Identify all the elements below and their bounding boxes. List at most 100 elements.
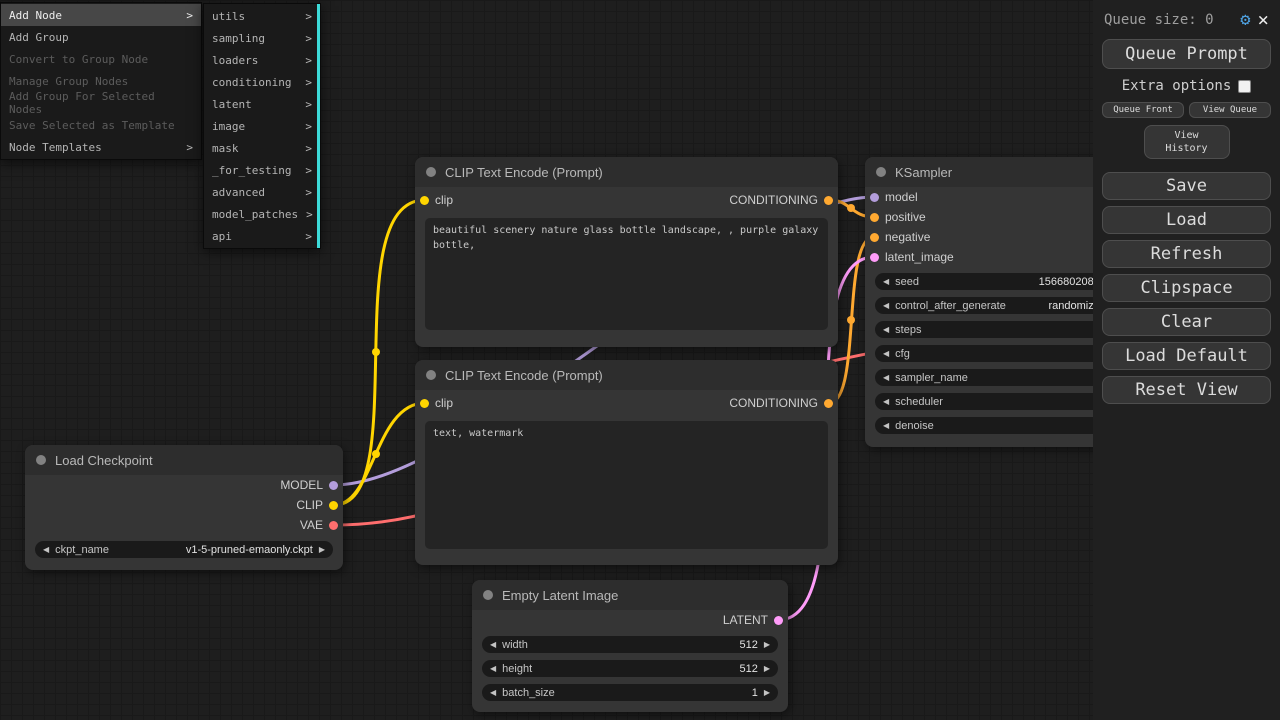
submenu-item-mask[interactable]: mask > — [204, 137, 320, 159]
slot-dot-clip[interactable] — [420, 196, 429, 205]
collapse-dot-icon[interactable] — [483, 590, 493, 600]
decrement-arrow-icon[interactable]: ◀ — [490, 641, 496, 649]
decrement-arrow-icon[interactable]: ◀ — [43, 546, 49, 554]
submenu-item-for-testing[interactable]: _for_testing > — [204, 159, 320, 181]
widget-batch-size[interactable]: ◀ batch_size 1 ▶ — [482, 684, 778, 701]
view-queue-button[interactable]: View Queue — [1189, 102, 1271, 118]
decrement-arrow-icon[interactable]: ◀ — [883, 422, 889, 430]
node-header[interactable]: CLIP Text Encode (Prompt) — [415, 157, 838, 187]
submenu-item-model-patches[interactable]: model_patches > — [204, 203, 320, 225]
node-header[interactable]: KSampler — [865, 157, 1130, 187]
load-button[interactable]: Load — [1102, 206, 1271, 234]
node-header[interactable]: Empty Latent Image — [472, 580, 788, 610]
slot-dot-latent[interactable] — [774, 616, 783, 625]
increment-arrow-icon[interactable]: ▶ — [764, 665, 770, 673]
collapse-dot-icon[interactable] — [876, 167, 886, 177]
view-history-button[interactable]: View History — [1144, 125, 1230, 159]
node-ksampler[interactable]: KSampler model positive negative latent_… — [865, 157, 1130, 447]
node-clip-text-encode-2[interactable]: CLIP Text Encode (Prompt) clip CONDITION… — [415, 360, 838, 565]
widget-width[interactable]: ◀ width 512 ▶ — [482, 636, 778, 653]
extra-options-checkbox[interactable] — [1238, 80, 1251, 93]
widget-value: 1 — [752, 687, 758, 699]
save-button[interactable]: Save — [1102, 172, 1271, 200]
menu-item-add-group-for-selected-nodes: Add Group For Selected Nodes — [1, 92, 201, 114]
decrement-arrow-icon[interactable]: ◀ — [883, 374, 889, 382]
output-slot-clip[interactable]: CLIP — [25, 495, 343, 515]
decrement-arrow-icon[interactable]: ◀ — [883, 350, 889, 358]
prompt-textarea[interactable]: text, watermark — [425, 421, 828, 549]
menu-item-node-templates[interactable]: Node Templates > — [1, 136, 201, 158]
submenu-item-advanced[interactable]: advanced > — [204, 181, 320, 203]
slot-dot-clip[interactable] — [420, 399, 429, 408]
input-slot-negative[interactable]: negative — [865, 227, 1130, 247]
input-slot-positive[interactable]: positive — [865, 207, 1130, 227]
increment-arrow-icon[interactable]: ▶ — [319, 546, 325, 554]
clipspace-button[interactable]: Clipspace — [1102, 274, 1271, 302]
slot-dot-model[interactable] — [870, 193, 879, 202]
node-empty-latent-image[interactable]: Empty Latent Image LATENT ◀ width 512 ▶ … — [472, 580, 788, 712]
submenu-item-api[interactable]: api > — [204, 225, 320, 247]
widget-steps[interactable]: ◀ steps ▶ — [875, 321, 1120, 338]
submenu-item-utils[interactable]: utils > — [204, 5, 320, 27]
node-header[interactable]: Load Checkpoint — [25, 445, 343, 475]
decrement-arrow-icon[interactable]: ◀ — [490, 689, 496, 697]
slot-dot-latent-image[interactable] — [870, 253, 879, 262]
node-load-checkpoint[interactable]: Load Checkpoint MODEL CLIP VAE ◀ ckpt_na… — [25, 445, 343, 570]
output-slot-conditioning[interactable]: CONDITIONING — [729, 193, 833, 207]
decrement-arrow-icon[interactable]: ◀ — [883, 302, 889, 310]
close-icon[interactable]: × — [1258, 11, 1269, 30]
widget-denoise[interactable]: ◀ denoise ▶ — [875, 417, 1120, 434]
load-default-button[interactable]: Load Default — [1102, 342, 1271, 370]
submenu-item-loaders[interactable]: loaders > — [204, 49, 320, 71]
queue-prompt-button[interactable]: Queue Prompt — [1102, 39, 1271, 69]
widget-height[interactable]: ◀ height 512 ▶ — [482, 660, 778, 677]
collapse-dot-icon[interactable] — [426, 370, 436, 380]
submenu-item-sampling[interactable]: sampling > — [204, 27, 320, 49]
refresh-button[interactable]: Refresh — [1102, 240, 1271, 268]
input-slot-clip[interactable]: clip — [420, 396, 453, 410]
collapse-dot-icon[interactable] — [426, 167, 436, 177]
decrement-arrow-icon[interactable]: ◀ — [883, 326, 889, 334]
slot-dot-model[interactable] — [329, 481, 338, 490]
widget-seed[interactable]: ◀ seed 1566802087 ▶ — [875, 273, 1120, 290]
output-slot-latent[interactable]: LATENT — [472, 610, 788, 630]
decrement-arrow-icon[interactable]: ◀ — [883, 398, 889, 406]
slot-dot-negative[interactable] — [870, 233, 879, 242]
clear-button[interactable]: Clear — [1102, 308, 1271, 336]
output-slot-model[interactable]: MODEL — [25, 475, 343, 495]
menu-item-label: Convert to Group Node — [9, 53, 148, 66]
submenu-item-image[interactable]: image > — [204, 115, 320, 137]
increment-arrow-icon[interactable]: ▶ — [764, 641, 770, 649]
input-slot-latent-image[interactable]: latent_image — [865, 247, 1130, 267]
increment-arrow-icon[interactable]: ▶ — [764, 689, 770, 697]
prompt-textarea[interactable]: beautiful scenery nature glass bottle la… — [425, 218, 828, 330]
submenu-scrollbar[interactable] — [317, 4, 320, 248]
decrement-arrow-icon[interactable]: ◀ — [883, 278, 889, 286]
submenu-item-conditioning[interactable]: conditioning > — [204, 71, 320, 93]
output-slot-vae[interactable]: VAE — [25, 515, 343, 535]
reset-view-button[interactable]: Reset View — [1102, 376, 1271, 404]
slot-dot-conditioning[interactable] — [824, 196, 833, 205]
node-clip-text-encode-1[interactable]: CLIP Text Encode (Prompt) clip CONDITION… — [415, 157, 838, 347]
widget-scheduler[interactable]: ◀ scheduler ▶ — [875, 393, 1120, 410]
node-title: KSampler — [895, 165, 952, 180]
collapse-dot-icon[interactable] — [36, 455, 46, 465]
node-header[interactable]: CLIP Text Encode (Prompt) — [415, 360, 838, 390]
slot-dot-positive[interactable] — [870, 213, 879, 222]
queue-front-button[interactable]: Queue Front — [1102, 102, 1184, 118]
settings-gear-icon[interactable]: ⚙ — [1240, 10, 1250, 30]
widget-cfg[interactable]: ◀ cfg ▶ — [875, 345, 1120, 362]
slot-dot-vae[interactable] — [329, 521, 338, 530]
input-slot-clip[interactable]: clip — [420, 193, 453, 207]
input-slot-model[interactable]: model — [865, 187, 1130, 207]
widget-sampler-name[interactable]: ◀ sampler_name ▶ — [875, 369, 1120, 386]
submenu-item-latent[interactable]: latent > — [204, 93, 320, 115]
menu-item-add-node[interactable]: Add Node > — [1, 4, 201, 26]
decrement-arrow-icon[interactable]: ◀ — [490, 665, 496, 673]
menu-item-add-group[interactable]: Add Group — [1, 26, 201, 48]
slot-dot-conditioning[interactable] — [824, 399, 833, 408]
widget-ckpt-name[interactable]: ◀ ckpt_name v1-5-pruned-emaonly.ckpt ▶ — [35, 541, 333, 558]
slot-dot-clip[interactable] — [329, 501, 338, 510]
output-slot-conditioning[interactable]: CONDITIONING — [729, 396, 833, 410]
widget-control-after-generate[interactable]: ◀ control_after_generate randomize ▶ — [875, 297, 1120, 314]
